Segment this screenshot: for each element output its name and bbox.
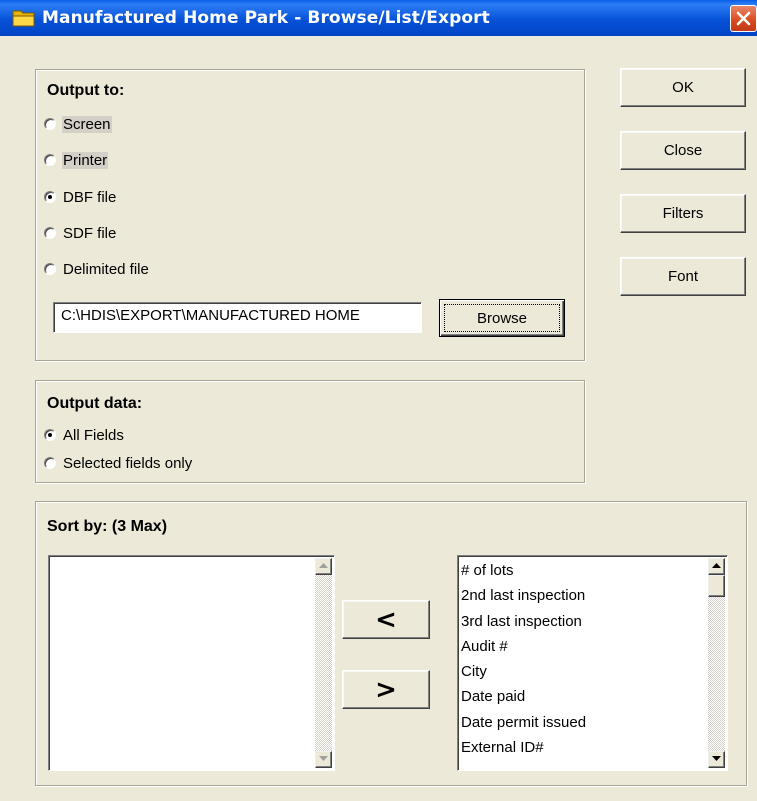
- radio-selected-fields-label: Selected fields only: [63, 454, 193, 472]
- ok-button[interactable]: OK: [620, 68, 746, 107]
- radio-printer-label: Printer: [62, 151, 109, 169]
- remove-sort-field-button[interactable]: >: [342, 670, 430, 709]
- focus-rect: [444, 304, 560, 332]
- list-item[interactable]: City: [461, 659, 586, 684]
- radio-circle: [44, 263, 56, 275]
- radio-printer[interactable]: Printer: [44, 150, 109, 170]
- arrow-down-icon: [712, 756, 721, 761]
- list-item[interactable]: 3rd last inspection: [461, 609, 586, 634]
- radio-circle: [44, 429, 56, 441]
- arrow-down-icon: [319, 756, 328, 761]
- export-path-input[interactable]: C:\HDIS\EXPORT\MANUFACTURED HOME: [53, 302, 422, 333]
- selected-list-scrollbar[interactable]: [315, 558, 332, 768]
- radio-delimited-file-label: Delimited file: [63, 260, 149, 278]
- radio-circle: [44, 191, 56, 203]
- selected-sort-fields-list[interactable]: [48, 555, 335, 771]
- output-data-group: Output data: All Fields Selected fields …: [35, 380, 585, 483]
- output-to-label: Output to:: [47, 82, 125, 99]
- available-fields-items: # of lots 2nd last inspection 3rd last i…: [461, 558, 586, 760]
- scroll-down-button[interactable]: [315, 751, 332, 768]
- window-close-button[interactable]: [730, 5, 757, 32]
- list-item[interactable]: 2nd last inspection: [461, 583, 586, 608]
- scroll-up-button[interactable]: [315, 558, 332, 575]
- arrow-up-icon: [712, 563, 721, 568]
- radio-dbf-file-label: DBF file: [63, 188, 117, 206]
- window-title: Manufactured Home Park - Browse/List/Exp…: [42, 8, 490, 28]
- radio-delimited-file[interactable]: Delimited file: [44, 259, 150, 279]
- list-item[interactable]: Date paid: [461, 684, 586, 709]
- filters-button[interactable]: Filters: [620, 194, 746, 233]
- sort-by-group: Sort by: (3 Max) < > # of lots 2nd last …: [35, 501, 747, 786]
- available-fields-list[interactable]: # of lots 2nd last inspection 3rd last i…: [457, 555, 728, 771]
- radio-screen[interactable]: Screen: [44, 114, 112, 134]
- add-sort-field-button[interactable]: <: [342, 600, 430, 639]
- radio-circle: [44, 457, 56, 469]
- list-item[interactable]: Date permit issued: [461, 710, 586, 735]
- radio-circle: [44, 154, 56, 166]
- scroll-up-button[interactable]: [708, 558, 725, 575]
- list-item[interactable]: External ID#: [461, 735, 586, 760]
- dialog-window: Manufactured Home Park - Browse/List/Exp…: [0, 0, 757, 801]
- arrow-up-icon: [319, 563, 328, 568]
- sort-by-label: Sort by: (3 Max): [47, 518, 168, 535]
- radio-all-fields[interactable]: All Fields: [44, 425, 125, 445]
- radio-selected-fields[interactable]: Selected fields only: [44, 453, 193, 473]
- close-icon: [736, 11, 751, 26]
- radio-sdf-file[interactable]: SDF file: [44, 223, 117, 243]
- radio-circle: [44, 118, 56, 130]
- close-button[interactable]: Close: [620, 131, 746, 170]
- scroll-down-button[interactable]: [708, 751, 725, 768]
- title-bar[interactable]: Manufactured Home Park - Browse/List/Exp…: [0, 0, 757, 36]
- available-list-scrollbar[interactable]: [708, 558, 725, 768]
- output-to-group: Output to: Screen Printer DBF file SDF f…: [35, 69, 585, 361]
- radio-circle: [44, 227, 56, 239]
- list-item[interactable]: # of lots: [461, 558, 586, 583]
- output-data-label: Output data:: [47, 395, 143, 412]
- radio-all-fields-label: All Fields: [63, 426, 124, 444]
- font-button[interactable]: Font: [620, 257, 746, 296]
- radio-sdf-file-label: SDF file: [63, 224, 117, 242]
- scroll-thumb[interactable]: [708, 575, 725, 597]
- folder-icon: [12, 10, 35, 27]
- browse-button[interactable]: Browse: [439, 299, 565, 337]
- radio-screen-label: Screen: [62, 115, 112, 133]
- list-item[interactable]: Audit #: [461, 634, 586, 659]
- radio-dbf-file[interactable]: DBF file: [44, 187, 117, 207]
